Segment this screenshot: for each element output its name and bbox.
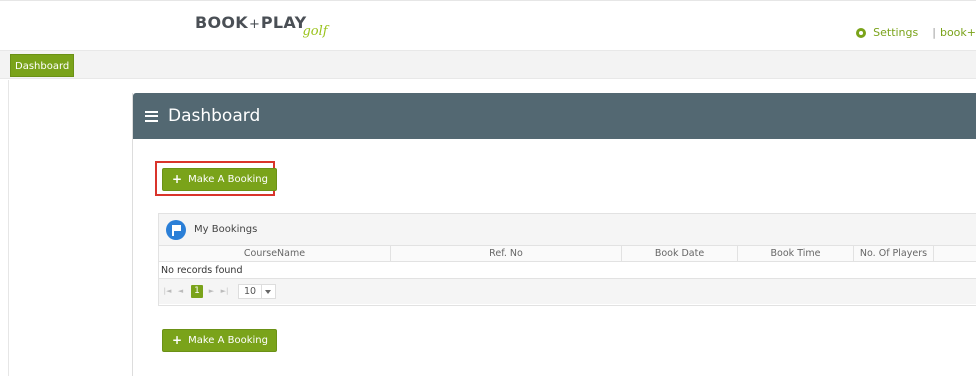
- first-page-icon[interactable]: |◄: [162, 285, 173, 298]
- page-title: Dashboard: [168, 106, 261, 126]
- tab-dashboard[interactable]: Dashboard: [10, 54, 75, 77]
- empty-message: No records found: [159, 262, 976, 279]
- page-number-current[interactable]: 1: [191, 285, 203, 298]
- plus-icon: +: [172, 333, 183, 347]
- column-header-coursename[interactable]: CourseName: [159, 246, 391, 261]
- gear-icon: [856, 27, 867, 38]
- top-links: Settings | book+: [856, 26, 976, 39]
- list-icon: [145, 110, 158, 122]
- column-header-bookdate[interactable]: Book Date: [622, 246, 738, 261]
- column-header-refno[interactable]: Ref. No: [391, 246, 622, 261]
- column-header-players[interactable]: No. Of Players: [854, 246, 934, 261]
- make-booking-label: Make A Booking: [188, 174, 268, 185]
- bookings-grid: My Bookings CourseName Ref. No Book Date…: [158, 213, 976, 306]
- rows-per-page-value: 10: [239, 285, 263, 298]
- nav-bar: Dashboard: [0, 50, 976, 79]
- rows-per-page-select[interactable]: 10: [238, 284, 277, 299]
- user-link[interactable]: book+: [940, 26, 976, 39]
- make-booking-button-bottom[interactable]: + Make A Booking: [162, 329, 277, 352]
- prev-page-icon[interactable]: ◄: [175, 285, 186, 298]
- logo-play-text: PLAY: [260, 13, 307, 32]
- link-separator: |: [932, 26, 936, 39]
- grid-header-row: CourseName Ref. No Book Date Book Time N…: [159, 246, 976, 262]
- grid-pager: |◄ ◄ 1 ► ►| 10: [159, 279, 976, 304]
- brand-logo[interactable]: BOOK + PLAY golf: [195, 13, 328, 39]
- make-booking-label-bottom: Make A Booking: [188, 335, 268, 346]
- column-header-extra: [934, 246, 976, 261]
- logo-book-text: BOOK: [195, 13, 248, 32]
- top-bar: BOOK + PLAY golf Settings | book+: [0, 0, 976, 50]
- make-booking-button[interactable]: + Make A Booking: [162, 168, 277, 191]
- logo-golf-text: golf: [302, 24, 328, 39]
- logo-plus-text: +: [249, 17, 260, 32]
- settings-link[interactable]: Settings: [873, 26, 918, 39]
- chevron-down-icon: [262, 285, 275, 298]
- grid-caption-label: My Bookings: [194, 224, 258, 235]
- last-page-icon[interactable]: ►|: [219, 285, 230, 298]
- grid-caption: My Bookings: [159, 214, 976, 246]
- column-header-booktime[interactable]: Book Time: [738, 246, 854, 261]
- sidebar-divider: [8, 80, 9, 376]
- plus-icon: +: [172, 172, 183, 186]
- next-page-icon[interactable]: ►: [206, 285, 217, 298]
- flag-icon: [166, 219, 186, 240]
- panel-header: Dashboard: [133, 93, 976, 139]
